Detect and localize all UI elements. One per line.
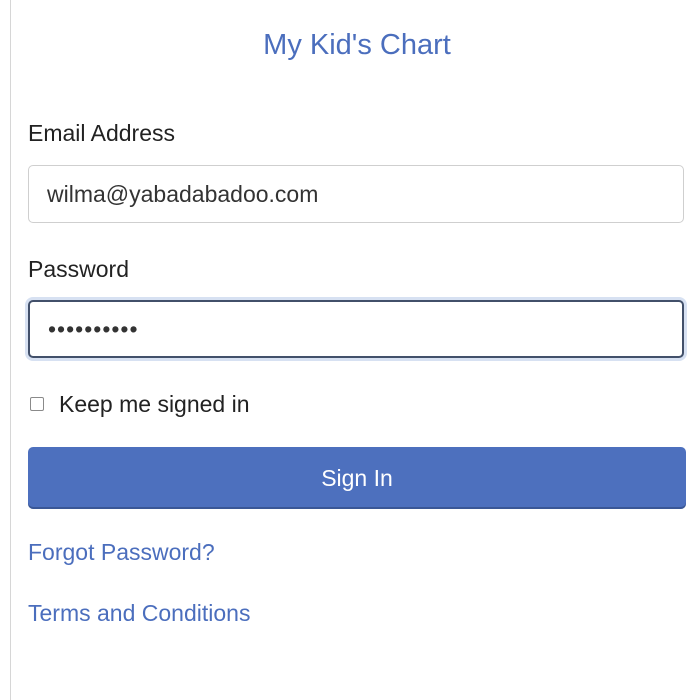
sign-in-button[interactable]: Sign In bbox=[28, 447, 686, 507]
email-field[interactable] bbox=[28, 165, 684, 223]
password-label: Password bbox=[28, 256, 129, 282]
panel-left-border bbox=[10, 0, 11, 700]
app-title: My Kid's Chart bbox=[263, 29, 451, 61]
password-field[interactable] bbox=[28, 300, 684, 358]
keep-signed-in-row[interactable]: Keep me signed in bbox=[28, 388, 250, 420]
forgot-password-link[interactable]: Forgot Password? bbox=[28, 538, 215, 566]
keep-signed-in-label[interactable]: Keep me signed in bbox=[59, 390, 250, 418]
email-label: Email Address bbox=[28, 120, 176, 146]
keep-signed-in-checkbox[interactable] bbox=[30, 397, 44, 411]
terms-link[interactable]: Terms and Conditions bbox=[28, 599, 250, 627]
